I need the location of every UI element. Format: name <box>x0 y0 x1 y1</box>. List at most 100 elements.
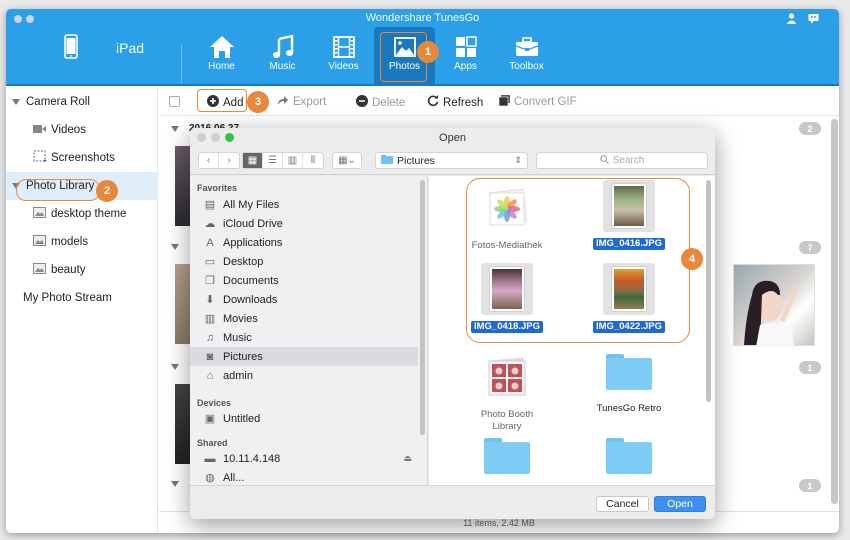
group-count-badge: 7 <box>799 241 821 254</box>
group-collapse-icon[interactable] <box>171 244 179 250</box>
file-item[interactable]: TunesGo Retro <box>574 354 684 415</box>
apps-icon <box>455 33 477 61</box>
downloads-icon: ⬇ <box>205 294 215 306</box>
sidebar-item-label: desktop theme <box>51 208 127 220</box>
fav-desktop[interactable]: ▭ Desktop <box>190 252 418 271</box>
cloud-icon: ☁ <box>204 218 216 230</box>
shared-server[interactable]: ▬ 10.11.4.148 ⏏ <box>190 449 418 468</box>
export-button[interactable]: Export <box>277 95 326 109</box>
group-collapse-icon[interactable] <box>171 364 179 370</box>
sidebar-item-label: Videos <box>51 124 86 136</box>
toolbox-icon <box>515 33 539 61</box>
monitor-icon: ▬ <box>204 452 216 465</box>
nav-videos[interactable]: Videos <box>313 27 374 86</box>
film-icon <box>332 33 355 61</box>
arrange-button[interactable]: ▦⌄ <box>332 152 362 169</box>
delete-button[interactable]: Delete <box>356 95 405 110</box>
convert-gif-button[interactable]: Convert GIF <box>498 95 577 109</box>
file-item-selected[interactable]: IMG_0422.JPG <box>574 263 684 333</box>
folder-icon <box>381 154 393 167</box>
sidebar-item-screenshots[interactable]: Screenshots <box>6 144 158 172</box>
sidebar-item-label: beauty <box>51 264 86 276</box>
group-count-badge: 1 <box>799 361 821 374</box>
nav-toolbox[interactable]: Toolbox <box>496 27 557 86</box>
fav-pictures[interactable]: ◙ Pictures <box>190 347 418 366</box>
file-browser-scrollbar[interactable] <box>706 180 711 402</box>
feedback-icon[interactable] <box>808 13 819 27</box>
fav-label: Documents <box>223 274 279 287</box>
app-title: Wondershare TunesGo <box>365 12 480 24</box>
sidebar-scrollbar[interactable] <box>420 180 425 435</box>
eject-icon[interactable]: ⏏ <box>403 453 412 464</box>
gif-stack-icon <box>498 95 510 109</box>
fav-documents[interactable]: ❐ Documents <box>190 271 418 290</box>
nav-apps-label: Apps <box>454 61 477 72</box>
refresh-button[interactable]: Refresh <box>427 95 483 110</box>
home-icon: ⌂ <box>206 369 214 382</box>
fav-label: admin <box>223 369 253 382</box>
sidebar-item-desktop-theme[interactable]: desktop theme <box>6 200 158 228</box>
nav-toolbox-label: Toolbox <box>509 61 544 72</box>
list-view-button[interactable]: ☰ <box>263 153 283 168</box>
main-nav: Home Music Videos Photos Apps Toolbox <box>191 27 557 86</box>
file-item-selected[interactable]: IMG_0418.JPG <box>452 263 562 333</box>
file-item[interactable]: Fotos-Mediathek <box>452 182 562 252</box>
fav-all-my-files[interactable]: ▤ All My Files <box>190 195 418 214</box>
fav-label: Music <box>223 331 252 344</box>
file-name: IMG_0418.JPG <box>470 321 543 333</box>
group-collapse-icon[interactable] <box>171 481 179 487</box>
open-button[interactable]: Open <box>654 496 706 512</box>
cancel-button[interactable]: Cancel <box>596 496 649 512</box>
forward-button[interactable]: › <box>219 153 239 168</box>
sidebar-item-my-photo-stream[interactable]: My Photo Stream <box>6 284 158 312</box>
album-icon <box>33 207 46 221</box>
content-scrollbar[interactable] <box>831 119 838 504</box>
title-bar: Wondershare TunesGo iPad Home Music Vide… <box>6 9 839 86</box>
nav-apps[interactable]: Apps <box>435 27 496 86</box>
fav-movies[interactable]: ▥ Movies <box>190 309 418 328</box>
image-thumbnail <box>603 263 655 315</box>
file-item[interactable] <box>574 438 684 474</box>
coverflow-view-button[interactable]: ⫴ <box>303 153 323 168</box>
sidebar-item-beauty[interactable]: beauty <box>6 256 158 284</box>
file-item-selected[interactable]: IMG_0416.JPG <box>574 180 684 250</box>
fav-icloud-drive[interactable]: ☁ iCloud Drive <box>190 214 418 233</box>
shared-label: All... <box>223 471 245 484</box>
fav-downloads[interactable]: ⬇ Downloads <box>190 290 418 309</box>
fav-applications[interactable]: A Applications <box>190 233 418 252</box>
shared-header: Shared <box>197 438 228 448</box>
expand-triangle-icon[interactable] <box>12 99 20 105</box>
device-untitled[interactable]: ▣ Untitled <box>190 409 418 428</box>
search-field[interactable]: Search <box>536 152 708 169</box>
group-count-badge: 2 <box>799 122 821 135</box>
applications-icon: A <box>206 236 214 249</box>
select-all-checkbox[interactable] <box>169 96 180 107</box>
back-button[interactable]: ‹ <box>199 153 219 168</box>
file-item[interactable]: Photo Booth Library <box>452 351 562 433</box>
open-dialog: Open ‹ › ▦ ☰ ▥ ⫴ ▦⌄ Pictures ⇕ Search Fa… <box>190 128 715 519</box>
add-label: Add <box>223 96 244 109</box>
nav-music[interactable]: Music <box>252 27 313 86</box>
delete-label: Delete <box>372 96 406 109</box>
folder-icon <box>606 354 652 390</box>
add-button[interactable]: Add <box>207 95 243 110</box>
callout-badge-2: 2 <box>96 180 118 202</box>
nav-home[interactable]: Home <box>191 27 252 86</box>
user-icon[interactable] <box>786 13 797 27</box>
sidebar-item-camera-roll[interactable]: Camera Roll <box>6 88 158 116</box>
fav-admin[interactable]: ⌂ admin <box>190 366 418 385</box>
fav-music[interactable]: ♫ Music <box>190 328 418 347</box>
photo-thumbnail[interactable] <box>733 264 815 347</box>
device-selector[interactable]: iPad <box>64 34 144 62</box>
dialog-toolbar: ‹ › ▦ ☰ ▥ ⫴ ▦⌄ Pictures ⇕ Search <box>190 151 715 175</box>
updown-chevron-icon: ⇕ <box>514 155 522 165</box>
icon-view-button[interactable]: ▦ <box>243 153 263 168</box>
column-view-button[interactable]: ▥ <box>283 153 303 168</box>
sidebar: Camera Roll Videos Screenshots Photo Lib… <box>6 88 158 533</box>
sidebar-item-models[interactable]: models <box>6 228 158 256</box>
file-item[interactable] <box>452 438 562 474</box>
location-dropdown[interactable]: Pictures ⇕ <box>375 152 528 169</box>
screenshot-icon <box>33 150 47 166</box>
group-collapse-icon[interactable] <box>171 126 179 132</box>
sidebar-item-videos[interactable]: Videos <box>6 116 158 144</box>
